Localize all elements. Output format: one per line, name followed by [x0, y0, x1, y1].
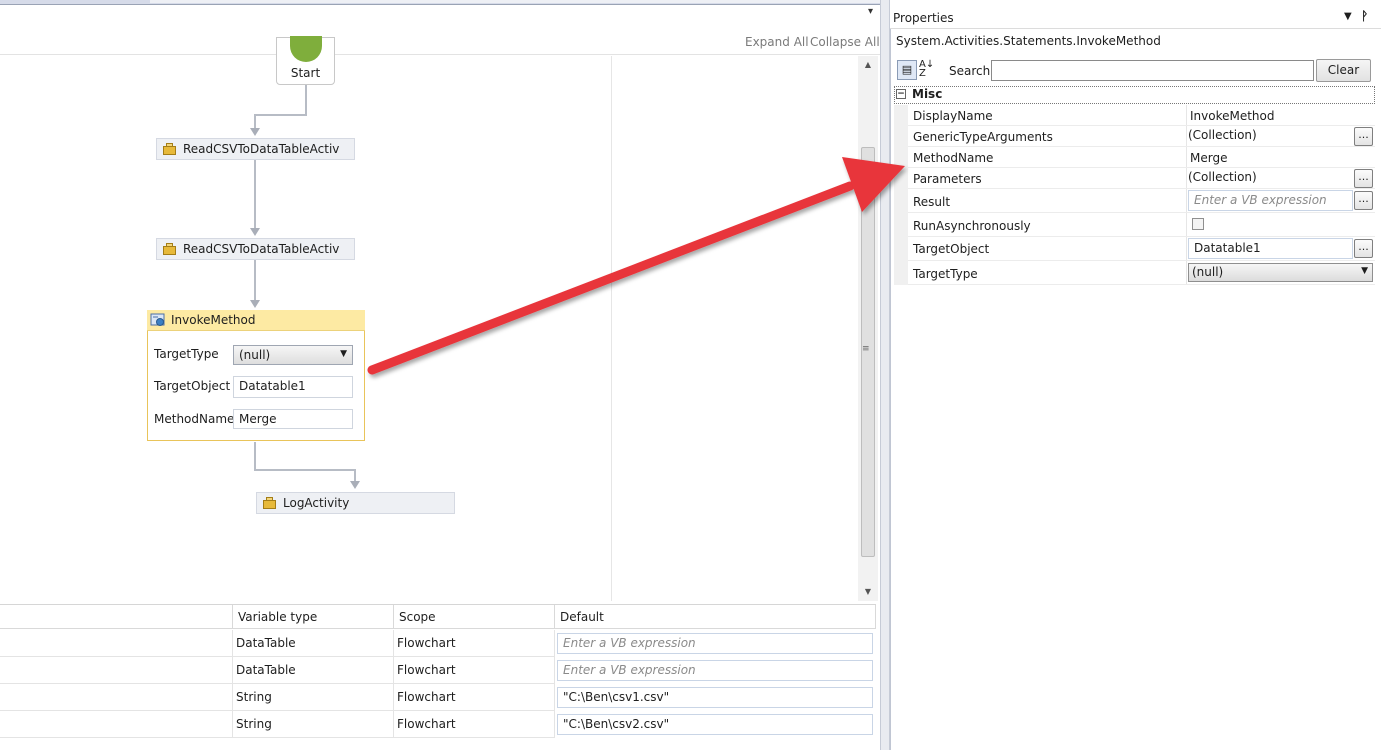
connector — [254, 442, 256, 470]
property-name: RunAsynchronously — [913, 219, 1031, 233]
panel-splitter[interactable] — [880, 0, 890, 750]
activity-icon — [263, 497, 277, 509]
properties-title-bar: Properties — [890, 5, 1381, 29]
connector-arrow — [350, 481, 360, 489]
variable-default-input[interactable]: "C:\Ben\csv2.csv" — [557, 714, 873, 735]
property-name: TargetType — [913, 267, 978, 281]
target-type-value: (null) — [239, 348, 271, 362]
variable-default-input[interactable]: Enter a VB expression — [557, 633, 873, 654]
table-row[interactable] — [0, 711, 233, 738]
connector — [254, 114, 256, 128]
collapse-all-link[interactable]: Collapse All — [810, 35, 880, 49]
collapse-icon[interactable]: − — [896, 89, 906, 99]
connector-arrow — [250, 228, 260, 236]
connector — [354, 469, 356, 481]
activity-icon — [163, 143, 177, 155]
flowchart-canvas[interactable] — [0, 56, 858, 601]
scroll-down-icon[interactable]: ▼ — [858, 587, 878, 596]
chevron-down-icon: ▼ — [1361, 266, 1368, 276]
tab-strip-highlight — [150, 0, 886, 3]
category-misc[interactable] — [894, 86, 1375, 104]
generic-type-ellipsis-button[interactable]: ... — [1354, 127, 1373, 146]
target-type-dropdown-value: (null) — [1192, 265, 1224, 279]
grid-header-name — [0, 605, 233, 629]
invoke-method-header[interactable]: InvokeMethod — [147, 310, 365, 331]
chevron-down-icon: ▼ — [340, 349, 347, 359]
tab-dropdown-icon[interactable]: ▾ — [868, 7, 878, 17]
activity-read-csv-2[interactable]: ReadCSVToDataTableActiv — [156, 238, 355, 260]
connector — [254, 160, 256, 228]
connector — [255, 114, 307, 116]
properties-type-name: System.Activities.Statements.InvokeMetho… — [896, 34, 1161, 48]
property-value[interactable]: InvokeMethod — [1190, 109, 1275, 123]
scroll-up-icon[interactable]: ▲ — [858, 60, 878, 69]
target-type-label: TargetType — [154, 347, 219, 361]
variable-type-cell[interactable]: String — [233, 684, 394, 711]
activity-read-csv-1[interactable]: ReadCSVToDataTableActiv — [156, 138, 355, 160]
variable-type-cell[interactable]: DataTable — [233, 657, 394, 684]
grid-header-scope[interactable]: Scope — [394, 605, 555, 629]
grid-header-type[interactable]: Variable type — [233, 605, 394, 629]
search-input[interactable] — [991, 60, 1314, 81]
property-name: MethodName — [913, 151, 994, 165]
property-name: TargetObject — [913, 242, 990, 256]
table-row[interactable] — [0, 630, 233, 657]
grid-header-default[interactable]: Default — [555, 605, 876, 629]
target-type-select[interactable]: (null) ▼ — [233, 345, 353, 365]
variable-scope-cell[interactable]: Flowchart — [394, 684, 555, 711]
variable-scope-cell[interactable]: Flowchart — [394, 630, 555, 657]
expand-all-link[interactable]: Expand All — [745, 35, 809, 49]
property-value: (Collection) — [1188, 170, 1257, 184]
activity-log[interactable]: LogActivity — [256, 492, 455, 514]
panel-menu-icon[interactable]: ▼ — [1344, 11, 1352, 22]
category-misc-label: Misc — [912, 87, 943, 101]
result-expression-input[interactable]: Enter a VB expression — [1188, 190, 1353, 211]
variable-default-input[interactable]: Enter a VB expression — [557, 660, 873, 681]
connector — [254, 469, 356, 471]
property-name: Result — [913, 195, 951, 209]
activity-label: ReadCSVToDataTableActiv — [183, 142, 340, 156]
target-object-ellipsis-button[interactable]: ... — [1354, 239, 1373, 258]
activity-label: LogActivity — [283, 496, 350, 510]
categorized-view-icon[interactable]: ▤ — [897, 60, 917, 80]
target-object-field[interactable]: Datatable1 — [233, 376, 353, 398]
target-type-dropdown[interactable]: (null) ▼ — [1188, 263, 1373, 282]
pin-icon[interactable]: ᚹ — [1361, 9, 1368, 23]
variable-scope-cell[interactable]: Flowchart — [394, 657, 555, 684]
method-name-label: MethodName — [154, 412, 235, 426]
activity-icon — [163, 243, 177, 255]
variable-type-cell[interactable]: DataTable — [233, 630, 394, 657]
property-name: DisplayName — [913, 109, 993, 123]
grip-icon: ≡ — [862, 344, 870, 354]
target-object-label: TargetObject — [154, 379, 231, 393]
variable-type-cell[interactable]: String — [233, 711, 394, 738]
variable-scope-cell[interactable]: Flowchart — [394, 711, 555, 738]
invoke-method-title: InvokeMethod — [171, 313, 256, 327]
run-async-checkbox[interactable] — [1192, 218, 1204, 230]
connector — [254, 260, 256, 300]
sort-alpha-icon[interactable]: A↓ Z — [919, 60, 939, 80]
property-value: (Collection) — [1188, 128, 1257, 142]
connector — [305, 85, 307, 115]
connector-arrow — [250, 300, 260, 308]
properties-title: Properties — [893, 11, 954, 25]
connector-arrow — [250, 128, 260, 136]
clear-button[interactable]: Clear — [1316, 59, 1371, 82]
activity-label: ReadCSVToDataTableActiv — [183, 242, 340, 256]
parameters-ellipsis-button[interactable]: ... — [1354, 169, 1373, 188]
target-object-input[interactable]: Datatable1 — [1188, 238, 1353, 259]
property-gutter — [894, 105, 908, 285]
search-label: Search: — [949, 64, 995, 78]
property-name: Parameters — [913, 172, 982, 186]
table-row[interactable] — [0, 684, 233, 711]
invoke-method-icon — [150, 313, 165, 326]
variable-default-input[interactable]: "C:\Ben\csv1.csv" — [557, 687, 873, 708]
method-name-field[interactable]: Merge — [233, 409, 353, 429]
table-row[interactable] — [0, 657, 233, 684]
start-label: Start — [290, 66, 321, 80]
property-value[interactable]: Merge — [1190, 151, 1227, 165]
property-name: GenericTypeArguments — [913, 130, 1053, 144]
canvas-divider — [611, 56, 612, 601]
result-ellipsis-button[interactable]: ... — [1354, 191, 1373, 210]
